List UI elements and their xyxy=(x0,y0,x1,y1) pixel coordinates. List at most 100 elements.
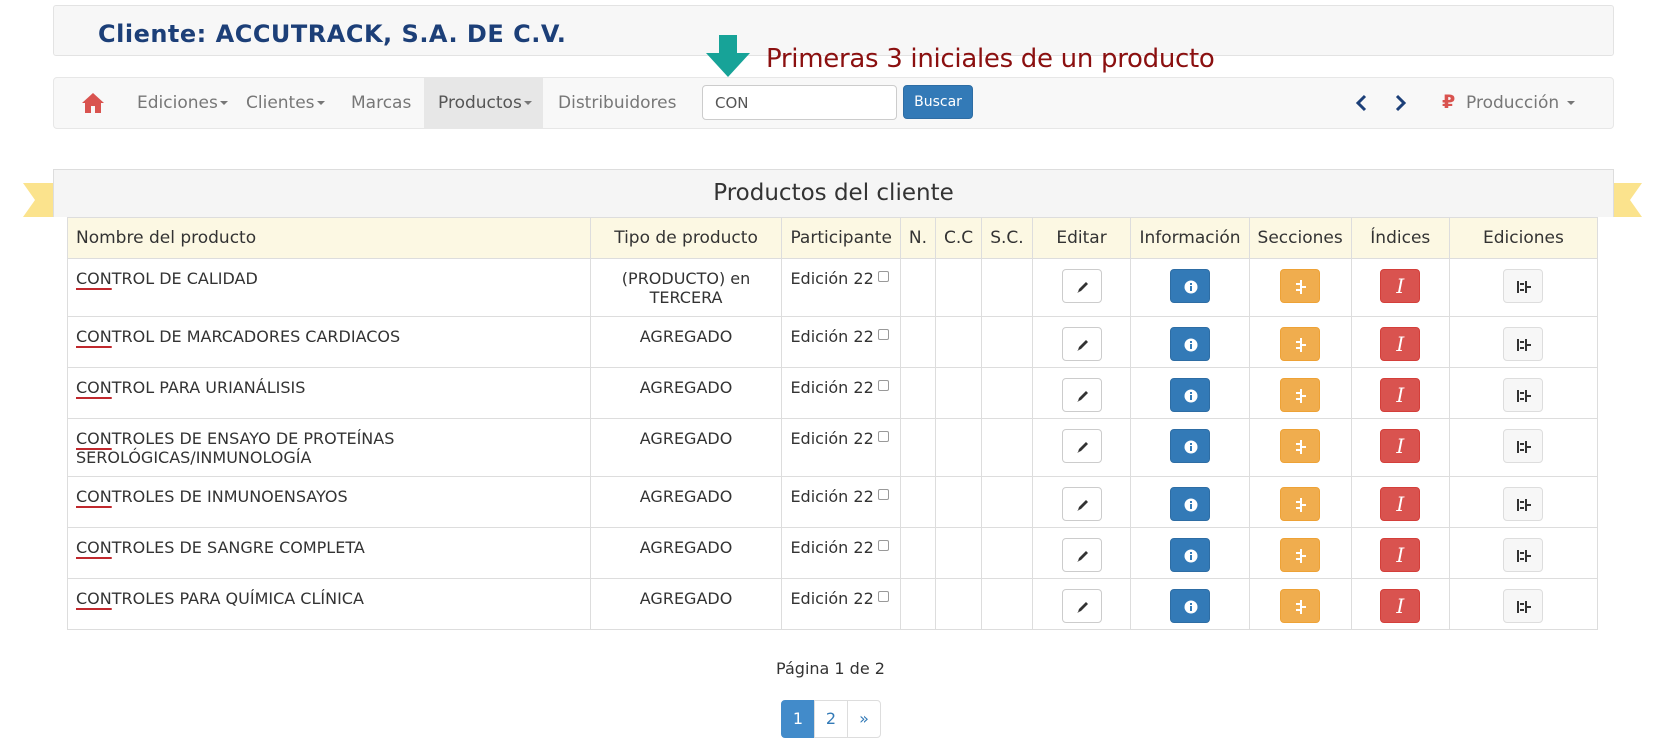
info-button[interactable] xyxy=(1169,378,1210,412)
edit-cell xyxy=(1031,578,1132,630)
home-icon[interactable] xyxy=(82,93,104,113)
edit-button[interactable] xyxy=(1061,538,1102,572)
editions-button[interactable] xyxy=(1503,327,1544,361)
editions-button[interactable] xyxy=(1503,538,1544,572)
product-name-cell: CONTROL PARA URIANÁLISIS xyxy=(67,367,591,419)
editions-icon xyxy=(1517,281,1532,293)
table-header-row: Nombre del producto Tipo de producto Par… xyxy=(67,217,1599,259)
nav-marcas[interactable]: Marcas xyxy=(337,78,425,128)
caret-down-icon xyxy=(1566,101,1575,105)
nav-ediciones[interactable]: Ediciones xyxy=(123,78,242,128)
editions-cell xyxy=(1448,476,1599,528)
info-icon xyxy=(1184,338,1198,352)
editions-button[interactable] xyxy=(1503,487,1544,521)
editions-icon xyxy=(1517,550,1532,562)
panel-title: Productos del cliente xyxy=(53,169,1614,217)
sections-button[interactable] xyxy=(1280,378,1321,412)
info-icon xyxy=(1184,280,1198,294)
edit-cell xyxy=(1031,527,1132,579)
edit-cell xyxy=(1031,418,1132,477)
edit-button[interactable] xyxy=(1061,327,1102,361)
participant-checkbox[interactable] xyxy=(877,489,889,500)
sections-icon xyxy=(1296,389,1307,403)
info-icon xyxy=(1184,600,1198,614)
down-arrow-icon xyxy=(706,35,750,77)
chevron-right-icon[interactable] xyxy=(1392,94,1408,112)
sections-button[interactable] xyxy=(1280,269,1321,303)
indices-cell: I xyxy=(1350,476,1450,528)
editions-cell xyxy=(1448,258,1599,317)
sections-button[interactable] xyxy=(1280,327,1321,361)
info-button[interactable] xyxy=(1169,269,1210,303)
products-table: Nombre del producto Tipo de producto Par… xyxy=(67,217,1599,630)
sections-button[interactable] xyxy=(1280,538,1321,572)
sections-icon xyxy=(1296,600,1307,614)
indices-button[interactable]: I xyxy=(1380,327,1421,361)
edit-button[interactable] xyxy=(1061,487,1102,521)
editions-button[interactable] xyxy=(1503,589,1544,623)
info-button[interactable] xyxy=(1169,589,1210,623)
edit-button[interactable] xyxy=(1061,269,1102,303)
next-page-button[interactable]: » xyxy=(847,700,881,738)
indices-button[interactable]: I xyxy=(1380,269,1421,303)
sections-button[interactable] xyxy=(1280,429,1321,463)
index-i-icon: I xyxy=(1396,594,1405,618)
participant-checkbox[interactable] xyxy=(877,329,889,340)
indices-button[interactable]: I xyxy=(1380,538,1421,572)
indices-button[interactable]: I xyxy=(1380,589,1421,623)
client-title: Cliente: ACCUTRACK, S.A. DE C.V. xyxy=(98,20,567,48)
nav-productos[interactable]: Productos xyxy=(424,78,543,128)
info-button[interactable] xyxy=(1169,487,1210,521)
sections-cell xyxy=(1248,258,1352,317)
participant-checkbox[interactable] xyxy=(877,271,889,282)
editions-icon xyxy=(1517,441,1532,453)
col-cc: C.C xyxy=(935,217,983,259)
editions-button[interactable] xyxy=(1503,269,1544,303)
search-button[interactable]: Buscar xyxy=(903,85,973,119)
cc-cell xyxy=(935,367,983,419)
editions-cell xyxy=(1448,367,1599,419)
sections-cell xyxy=(1248,527,1352,579)
participant-checkbox[interactable] xyxy=(877,431,889,442)
indices-button[interactable]: I xyxy=(1380,378,1421,412)
participant-cell: Edición 22 xyxy=(781,476,901,528)
production-menu[interactable]: Producción xyxy=(1466,78,1575,128)
edit-button[interactable] xyxy=(1061,429,1102,463)
nav-clientes[interactable]: Clientes xyxy=(232,78,339,128)
page-2-button[interactable]: 2 xyxy=(814,700,848,738)
sections-button[interactable] xyxy=(1280,589,1321,623)
editions-button[interactable] xyxy=(1503,378,1544,412)
nav-distribuidores[interactable]: Distribuidores xyxy=(544,78,690,128)
indices-button[interactable]: I xyxy=(1380,429,1421,463)
edit-button[interactable] xyxy=(1061,589,1102,623)
search-input[interactable] xyxy=(702,85,897,120)
search-match-prefix: CON xyxy=(76,269,112,288)
editions-button[interactable] xyxy=(1503,429,1544,463)
info-cell xyxy=(1130,476,1250,528)
product-type-cell: AGREGADO xyxy=(589,578,783,630)
participant-cell: Edición 22 xyxy=(781,258,901,317)
sections-cell xyxy=(1248,316,1352,368)
info-button[interactable] xyxy=(1169,538,1210,572)
sc-cell xyxy=(981,367,1033,419)
editions-cell xyxy=(1448,527,1599,579)
search-match-prefix: CON xyxy=(76,378,112,397)
participant-checkbox[interactable] xyxy=(877,591,889,602)
product-name-cell: CONTROLES DE ENSAYO DE PROTEÍNAS SEROLÓG… xyxy=(67,418,591,477)
edit-button[interactable] xyxy=(1061,378,1102,412)
info-cell xyxy=(1130,316,1250,368)
col-sections: Secciones xyxy=(1248,217,1352,259)
info-button[interactable] xyxy=(1169,327,1210,361)
sections-button[interactable] xyxy=(1280,487,1321,521)
participant-checkbox[interactable] xyxy=(877,380,889,391)
sections-icon xyxy=(1296,549,1307,563)
product-type-cell: AGREGADO xyxy=(589,418,783,477)
info-button[interactable] xyxy=(1169,429,1210,463)
indices-button[interactable]: I xyxy=(1380,487,1421,521)
indices-cell: I xyxy=(1350,527,1450,579)
page-1-button[interactable]: 1 xyxy=(781,700,815,738)
participant-checkbox[interactable] xyxy=(877,540,889,551)
product-name-cell: CONTROL DE MARCADORES CARDIACOS xyxy=(67,316,591,368)
indices-cell: I xyxy=(1350,316,1450,368)
chevron-left-icon[interactable] xyxy=(1354,94,1370,112)
